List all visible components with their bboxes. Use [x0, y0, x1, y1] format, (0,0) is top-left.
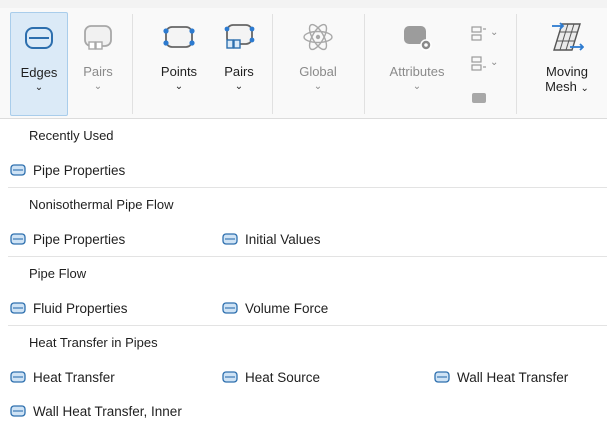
ribbon-separator — [132, 14, 133, 114]
menu-row: Pipe Properties — [8, 153, 607, 187]
moving-mesh-button[interactable]: Moving Mesh ⌄ — [532, 12, 602, 116]
pipe-icon — [222, 232, 238, 246]
menu-item-heat-source[interactable]: Heat Source — [222, 360, 320, 394]
section-header-pipe-flow: Pipe Flow — [29, 266, 87, 281]
menu-item-label: Heat Transfer — [33, 369, 115, 385]
pipe-icon — [10, 232, 26, 246]
edges-label: Edges — [20, 65, 58, 80]
attributes-button[interactable]: Attributes ⌄ — [380, 12, 454, 116]
ribbon-separator — [516, 14, 517, 114]
point-pairs-icon — [224, 24, 255, 49]
pipe-icon — [10, 163, 26, 177]
points-label: Points — [160, 64, 198, 79]
pipe-icon — [10, 301, 26, 315]
menu-item-volume-force[interactable]: Volume Force — [222, 291, 328, 325]
pipe-icon — [10, 370, 26, 384]
chevron-down-icon: ⌄ — [234, 81, 244, 92]
pipe-split-icon[interactable] — [470, 26, 488, 42]
menu-item-pipe-properties[interactable]: Pipe Properties — [10, 222, 125, 256]
chevron-down-icon[interactable]: ⌄ — [490, 57, 498, 68]
pipe-small-icon[interactable] — [470, 90, 488, 106]
menu-item-label: Pipe Properties — [33, 162, 126, 178]
chevron-down-icon: ⌄ — [313, 81, 323, 92]
ribbon-separator — [272, 14, 273, 114]
pipe-gear-icon — [404, 26, 432, 51]
menu-item-wall-heat-transfer-inner[interactable]: Wall Heat Transfer, Inner — [10, 394, 182, 428]
menu-item-label: Wall Heat Transfer — [457, 369, 569, 385]
pipe-icon — [434, 370, 450, 384]
edges-button[interactable]: Edges ⌄ — [10, 12, 68, 116]
menu-item-label: Heat Source — [245, 369, 321, 385]
chevron-down-icon: ⌄ — [93, 81, 103, 92]
mesh-label: Mesh — [545, 79, 577, 94]
chevron-down-icon: ⌄ — [412, 81, 422, 92]
menu-item-heat-transfer[interactable]: Heat Transfer — [10, 360, 115, 394]
menu-item-pipe-properties-recent[interactable]: Pipe Properties — [10, 153, 125, 187]
attributes-label: Attributes — [389, 64, 445, 79]
global-label: Global — [299, 64, 337, 79]
pairs-label: Pairs — [83, 64, 113, 79]
menu-item-initial-values[interactable]: Initial Values — [222, 222, 321, 256]
menu-item-label: Volume Force — [245, 300, 329, 316]
points-button[interactable]: Points ⌄ — [150, 12, 208, 116]
pairs-label: Pairs — [224, 64, 254, 79]
pipe-icon — [222, 301, 238, 315]
menu-item-label: Pipe Properties — [33, 231, 126, 247]
section-header-heat-transfer-in-pipes: Heat Transfer in Pipes — [29, 335, 158, 350]
menu-item-label: Wall Heat Transfer, Inner — [33, 403, 182, 419]
chevron-down-icon: ⌄ — [580, 83, 589, 94]
moving-mesh-icon — [552, 22, 584, 51]
moving-label: Moving — [546, 64, 588, 79]
global-button[interactable]: Global ⌄ — [290, 12, 346, 116]
pipe-icon — [10, 404, 26, 418]
atom-icon — [303, 23, 333, 51]
section-header-nonisothermal-pipe-flow: Nonisothermal Pipe Flow — [29, 197, 174, 212]
chevron-down-icon: ⌄ — [34, 82, 44, 93]
pipe-pairs-icon — [84, 25, 112, 50]
section-header-recently-used: Recently Used — [29, 128, 114, 143]
ribbon-separator — [364, 14, 365, 114]
pipe-pairs-button[interactable]: Pairs ⌄ — [72, 12, 124, 116]
menu-item-fluid-properties[interactable]: Fluid Properties — [10, 291, 128, 325]
chevron-down-icon: ⌄ — [174, 81, 184, 92]
menu-item-wall-heat-transfer[interactable]: Wall Heat Transfer — [434, 360, 568, 394]
point-pairs-button[interactable]: Pairs ⌄ — [214, 12, 264, 116]
physics-features-menu: Recently Used Pipe Properties Nonisother… — [8, 119, 607, 428]
pipe-icon — [222, 370, 238, 384]
menu-row: Heat Transfer Heat Source Wall Heat Tran… — [8, 360, 607, 394]
ribbon-top-strip — [0, 0, 607, 8]
ribbon-toolbar: Edges ⌄ Pairs ⌄ Points ⌄ Pairs ⌄ Global … — [0, 0, 607, 119]
menu-item-label: Fluid Properties — [33, 300, 128, 316]
pipe-points-icon — [163, 26, 195, 48]
menu-item-label: Initial Values — [245, 231, 321, 247]
menu-row: Wall Heat Transfer, Inner — [8, 394, 607, 428]
moving-mesh-label: Moving Mesh ⌄ — [545, 64, 589, 96]
menu-row: Fluid Properties Volume Force — [8, 291, 607, 325]
edge-pipe-icon — [25, 27, 53, 49]
pipe-merge-icon[interactable] — [470, 56, 488, 72]
menu-row: Pipe Properties Initial Values — [8, 222, 607, 256]
chevron-down-icon[interactable]: ⌄ — [490, 27, 498, 38]
